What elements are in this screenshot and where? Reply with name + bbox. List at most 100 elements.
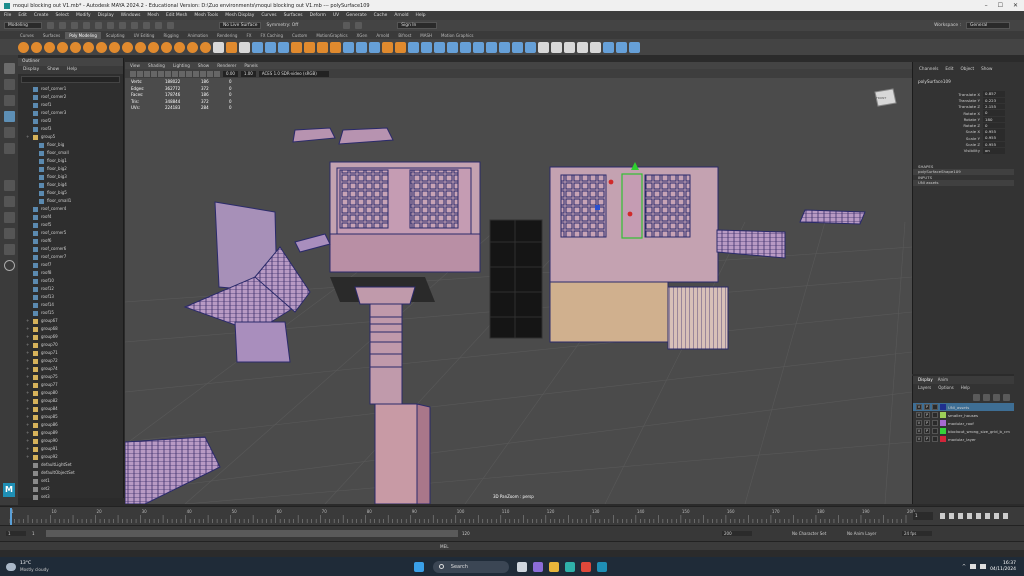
outliner-item[interactable]: defaultObjectSet	[18, 469, 123, 477]
snap-grid-icon[interactable]	[143, 22, 150, 29]
menu-arnold[interactable]: Arnold	[394, 13, 408, 18]
minimize-icon[interactable]: –	[985, 2, 988, 9]
expand-toggle-icon[interactable]: +	[26, 349, 30, 357]
anim-layer-dropdown[interactable]: No Anim Layer	[847, 531, 897, 536]
shelf-pyramid-icon[interactable]	[122, 41, 133, 53]
search-icon[interactable]	[3, 260, 15, 271]
shelf-bevel-icon[interactable]	[382, 41, 393, 53]
layer-playback-toggle[interactable]: P	[924, 412, 930, 418]
cb-menu-channels[interactable]: Channels	[919, 62, 938, 71]
layout-view-icon[interactable]	[3, 244, 15, 255]
outliner-item[interactable]: + group77	[18, 381, 123, 389]
move-tool-icon[interactable]	[3, 111, 15, 122]
chrome-icon[interactable]	[580, 561, 591, 572]
channel-attr-value[interactable]: 0.223	[983, 97, 1005, 104]
shelf-append-icon[interactable]	[421, 41, 432, 53]
go-start-icon[interactable]	[940, 513, 945, 519]
channel-attr[interactable]: Translate Y 0.223	[913, 97, 1014, 104]
viewport-menu-show[interactable]: Show	[198, 62, 209, 69]
shelf-mirror-icon[interactable]	[343, 41, 354, 53]
shelf-tab-xgen[interactable]: XGen	[353, 32, 372, 39]
outliner-item[interactable]: roof6	[18, 237, 123, 245]
select-tool-icon[interactable]	[3, 63, 15, 74]
shelf-cube-icon[interactable]	[31, 41, 42, 53]
shelf-tab-curves[interactable]: Curves	[16, 32, 38, 39]
playhead[interactable]	[10, 508, 12, 525]
menu-select[interactable]: Select	[55, 13, 69, 18]
layer-row[interactable]: V P UNI_assets	[913, 403, 1014, 411]
menu-windows[interactable]: Windows	[121, 13, 141, 18]
weather-icon[interactable]	[6, 562, 16, 571]
layer-display-type-toggle[interactable]	[932, 436, 938, 442]
shelf-paint-icon[interactable]	[590, 41, 601, 53]
expand-toggle-icon[interactable]: +	[26, 405, 30, 413]
layer-menu-help[interactable]: Help	[961, 384, 970, 391]
outliner-item[interactable]: set1	[18, 477, 123, 485]
image-plane-icon[interactable]	[151, 70, 157, 77]
shelf-boolean-union-icon[interactable]	[304, 41, 315, 53]
shelf-merge-icon[interactable]	[512, 41, 523, 53]
undo-icon[interactable]	[83, 22, 90, 29]
outliner-item[interactable]: floor_small1	[18, 197, 123, 205]
current-frame-field[interactable]: 1	[913, 512, 933, 520]
shelf-torus-icon[interactable]	[70, 41, 81, 53]
shelf-plane-icon[interactable]	[83, 41, 94, 53]
shelf-tab-custom[interactable]: Custom	[288, 32, 311, 39]
rotate-tool-icon[interactable]	[3, 127, 15, 138]
expand-toggle-icon[interactable]: +	[26, 365, 30, 373]
channel-attr[interactable]: Rotate Y 180	[913, 116, 1014, 123]
viewport-menu-view[interactable]: View	[130, 62, 140, 69]
outliner-item[interactable]: roof7	[18, 261, 123, 269]
input-node[interactable]: UNI assets	[913, 180, 1014, 186]
menu-display[interactable]: Display	[98, 13, 114, 18]
grid-toggle-icon[interactable]	[158, 70, 164, 77]
viewport-menu-lighting[interactable]: Lighting	[173, 62, 190, 69]
outliner-item[interactable]: + group89	[18, 429, 123, 437]
range-start-field[interactable]: 1	[6, 531, 26, 536]
shelf-tab-arnold[interactable]: Arnold	[372, 32, 393, 39]
outliner-item[interactable]: set3	[18, 493, 123, 501]
channel-attr-value[interactable]: 0.955	[983, 135, 1005, 141]
viewport-menu-renderer[interactable]: Renderer	[217, 62, 236, 69]
outliner-item[interactable]: + group86	[18, 421, 123, 429]
shelf-soft-select-icon[interactable]	[525, 41, 536, 53]
shelf-collapse-icon[interactable]	[499, 41, 510, 53]
outliner-item[interactable]: roof14	[18, 301, 123, 309]
shelf-type-icon[interactable]	[239, 41, 250, 53]
menu-create[interactable]: Create	[34, 13, 49, 18]
outliner-item[interactable]: floor_big	[18, 141, 123, 149]
colorspace-dropdown[interactable]: ACES 1.0 SDR-video (sRGB)	[258, 70, 329, 77]
shelf-tab-uv-editing[interactable]: UV Editing	[130, 32, 159, 39]
shelf-tab-rigging[interactable]: Rigging	[159, 32, 182, 39]
expand-toggle-icon[interactable]: +	[26, 333, 30, 341]
outliner-item[interactable]: + group69	[18, 333, 123, 341]
select-hierarchy-icon[interactable]	[107, 22, 114, 29]
channel-attr-value[interactable]: on	[983, 148, 1005, 154]
shelf-retopo-icon[interactable]	[629, 41, 640, 53]
outliner-item[interactable]: roof_corner3	[18, 109, 123, 117]
outliner-item[interactable]: floor_big5	[18, 189, 123, 197]
channel-attr-value[interactable]: 0.955	[983, 129, 1005, 135]
play-forward-icon[interactable]	[976, 513, 981, 519]
outliner-item[interactable]: + group74	[18, 365, 123, 373]
expand-toggle-icon[interactable]: +	[26, 421, 30, 429]
shelf-sculpt-icon[interactable]	[252, 41, 263, 53]
layer-tab-display[interactable]: Display	[918, 376, 933, 384]
menu-help[interactable]: Help	[416, 13, 426, 18]
time-slider[interactable]: 1 10 20 30 40 50 60 70 80 90 100 110 120 130 140 150 160…	[0, 506, 1024, 525]
lights-icon[interactable]	[186, 70, 192, 77]
isolate-select-icon[interactable]	[200, 70, 206, 77]
camera-attributes-icon[interactable]	[137, 70, 143, 77]
time-ruler[interactable]: 1 10 20 30 40 50 60 70 80 90 100 110 120 130 140 150 160…	[0, 507, 1024, 526]
new-layer-selected-icon[interactable]	[983, 393, 990, 401]
expand-toggle-icon[interactable]: +	[26, 357, 30, 365]
workspace-dropdown[interactable]: General	[966, 22, 1010, 29]
scale-tool-icon[interactable]	[3, 143, 15, 154]
shelf-tab-fx-caching[interactable]: FX Caching	[257, 32, 287, 39]
shelf-extract-icon[interactable]	[356, 41, 367, 53]
outliner-item[interactable]: set2	[18, 485, 123, 493]
layer-color-swatch[interactable]	[940, 436, 946, 442]
channel-attr[interactable]: Translate Z 2.155	[913, 103, 1014, 110]
outliner-item[interactable]: roof1	[18, 101, 123, 109]
command-line[interactable]: MEL	[0, 541, 1024, 550]
